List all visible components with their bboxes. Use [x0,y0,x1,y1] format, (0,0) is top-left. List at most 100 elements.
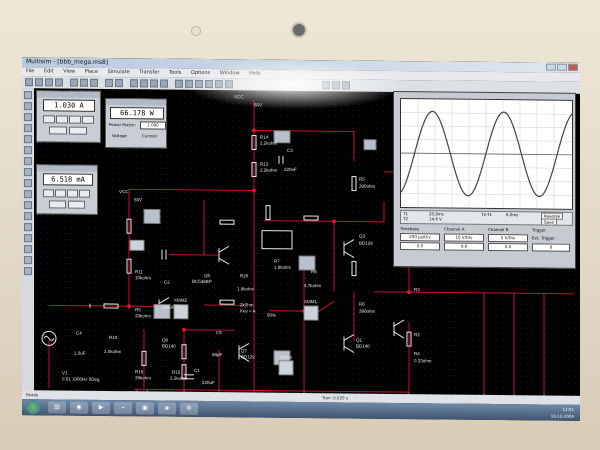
print-icon[interactable] [55,78,63,87]
ladder-icon[interactable] [24,245,32,254]
menu-edit[interactable]: Edit [44,68,54,74]
bus-icon[interactable] [24,256,32,265]
v1-label: V1 [62,370,68,376]
r6-label: R6 [359,301,365,307]
ammeter-window[interactable]: 1.030 A [36,90,101,143]
menu-place[interactable]: Place [85,69,98,75]
c2-label: C2 [164,279,170,285]
maximize-button[interactable] [557,63,567,71]
undo-icon[interactable] [105,78,113,88]
start-button[interactable] [26,400,40,415]
run-icon[interactable] [322,81,330,90]
timebase-xpos[interactable]: 0.0 [400,242,440,251]
save-icon[interactable] [45,78,53,87]
ammeter-db-button[interactable] [82,115,94,124]
ammeter-ohm-button[interactable] [69,115,81,124]
timebase-scale[interactable]: 200 µs/Div [400,233,440,242]
cut-icon[interactable] [70,78,78,87]
r2-label: R2 [414,332,420,338]
r11-value: 10kohm [135,275,152,281]
postprocessor-icon[interactable] [215,80,223,89]
clock[interactable]: 13:01 10-12-2009 [551,406,574,420]
ammeter-ac-button[interactable] [49,126,67,135]
multisim-icon[interactable]: ⌁ [114,402,132,415]
menu-tools[interactable]: Tools [169,70,181,76]
milliammeter-window[interactable]: 6.518 mA [36,164,98,215]
rf-icon[interactable] [24,223,32,232]
erc-icon[interactable] [225,80,233,89]
copy-icon[interactable] [80,78,88,87]
media-player-icon[interactable]: ▶ [92,401,110,414]
zoom-area-icon[interactable] [150,79,158,88]
cursor-value-3: 6.0ms [506,212,519,218]
menu-transfer[interactable]: Transfer [139,69,159,75]
save-button[interactable]: Save [541,218,557,226]
indicator-icon[interactable] [24,190,32,199]
potentiometer-key: Key = A [240,308,256,314]
mixed-icon[interactable] [24,179,32,188]
component-icon[interactable] [175,79,183,88]
database-icon[interactable] [185,79,193,88]
zoom-fit-icon[interactable] [160,79,168,88]
misc-icon[interactable] [24,212,32,221]
c3-value: 220uF [284,166,297,172]
folder-icon[interactable]: ◈ [158,402,176,415]
zoom-in-icon[interactable] [130,79,138,88]
menu-simulate[interactable]: Simulate [108,69,130,75]
zoom-out-icon[interactable] [140,79,148,88]
ttl-icon[interactable] [24,146,32,155]
tool-icon[interactable]: ⚙ [180,402,198,415]
power-icon[interactable] [24,201,32,210]
basic-icon[interactable] [24,102,32,111]
menu-window[interactable]: Window [220,70,240,76]
r11-label: R11 [135,269,143,275]
spreadsheet-icon[interactable] [195,79,203,88]
r20-label: R20 [240,273,249,279]
milliammeter-ac-button[interactable] [49,200,66,209]
app-icon[interactable]: ▣ [136,402,154,415]
open-file-icon[interactable] [35,78,43,87]
milliammeter-db-button[interactable] [79,189,90,198]
milliammeter-dc-button[interactable] [68,200,85,209]
ammeter-v-button[interactable] [56,115,68,124]
v1-value: 0.61 1000Hz 0Deg [62,376,100,382]
cmos-icon[interactable] [24,157,32,166]
milliammeter-v-button[interactable] [55,189,66,198]
diode-icon[interactable] [24,113,32,122]
browser-icon[interactable]: ◉ [70,401,88,414]
minimize-button[interactable] [546,63,556,71]
electromech-icon[interactable] [24,234,32,243]
new-file-icon[interactable] [25,78,33,87]
trigger-level[interactable]: 0 [532,243,570,252]
menu-view[interactable]: View [63,69,75,75]
menu-file[interactable]: File [26,68,34,74]
oscilloscope-window[interactable]: T1 T2 20.8ms 14.6 V T2-T1 6.0ms Reverse … [393,90,576,269]
ammeter-dc-button[interactable] [69,126,87,135]
wattmeter-window[interactable]: 66.178 W Power Factor: 1.000 Voltage Cur… [105,97,167,149]
r9-value: 33kohm [135,313,152,319]
channel-b-ypos[interactable]: 0.0 [488,242,528,252]
hierarchical-icon[interactable] [24,267,32,276]
channel-a-ypos[interactable]: 0.0 [444,242,484,251]
misc-digital-icon[interactable] [24,168,32,177]
cursor-value-2: 14.6 V [429,216,442,222]
channel-a-label: Channel A [444,226,465,232]
channel-a-scale[interactable]: 10 V/Div [444,233,484,242]
explorer-icon[interactable]: ▤ [48,401,66,414]
menu-options[interactable]: Options [191,70,210,76]
close-button[interactable] [568,63,578,71]
r4-label: R4 [414,351,420,357]
milliammeter-a-button[interactable] [43,189,54,198]
paste-icon[interactable] [90,78,98,87]
grapher-icon[interactable] [205,79,213,89]
transistor-icon[interactable] [24,124,32,133]
redo-icon[interactable] [115,79,123,88]
pause-icon[interactable] [332,81,340,90]
source-icon[interactable] [24,91,32,100]
ammeter-a-button[interactable] [43,115,55,124]
stop-icon[interactable] [342,81,350,90]
channel-b-scale[interactable]: 5 V/Div [488,233,528,243]
menu-help[interactable]: Help [249,70,260,76]
analog-icon[interactable] [24,135,32,144]
milliammeter-ohm-button[interactable] [67,189,78,198]
